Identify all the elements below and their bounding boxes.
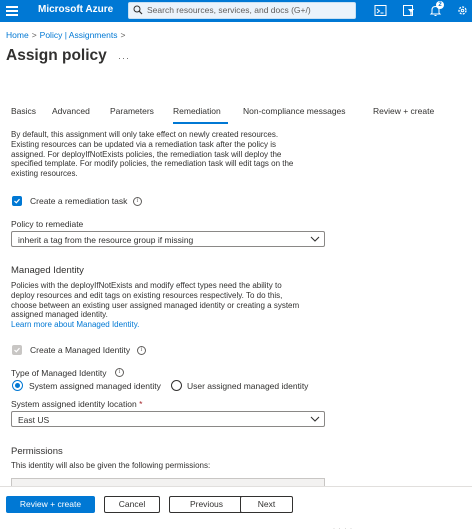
managed-identity-description-line: choose between an existing user assigned… [11,300,300,310]
remediation-description: By default, this assignment will only ta… [11,130,323,179]
menu-icon[interactable] [6,6,18,16]
identity-location-label-text: System assigned identity location [11,399,137,409]
settings-icon[interactable] [456,4,469,17]
portal-brand[interactable]: Microsoft Azure [38,4,113,15]
managed-identity-description-line: assigned managed identity. [11,310,108,320]
top-navigation-bar: Microsoft Azure Search resources, servic… [0,0,472,22]
breadcrumb-separator: > [31,30,37,40]
learn-more-managed-identity-link[interactable]: Learn more about Managed Identity. [11,320,323,330]
remediation-description-line: By default, this assignment will only ta… [11,130,279,139]
search-placeholder: Search resources, services, and docs (G+… [147,5,311,15]
info-icon[interactable]: i [137,346,146,355]
system-assigned-radio-label[interactable]: System assigned managed identity [29,381,161,391]
permissions-heading: Permissions [11,446,63,457]
permissions-table [11,478,325,486]
info-icon[interactable]: i [133,197,142,206]
identity-location-value: East US [18,415,50,425]
tab-advanced[interactable]: Advanced [52,106,90,116]
remediation-description-line: existing resources. [11,169,78,179]
managed-identity-description-line: deploy resources and edit tags on existi… [11,290,283,300]
permissions-description: This identity will also be given the fol… [11,461,211,470]
identity-location-dropdown[interactable]: East US [11,411,325,427]
tab-basics[interactable]: Basics [11,106,36,116]
checkmark-icon [14,347,20,353]
breadcrumb-separator: > [120,30,126,40]
global-search-input[interactable]: Search resources, services, and docs (G+… [128,2,356,19]
identity-location-label: System assigned identity location * [11,399,142,409]
create-managed-identity-checkbox [12,345,22,355]
tab-remediation[interactable]: Remediation [173,106,221,116]
managed-identity-description-line: Policies with the deployIfNotExists and … [11,281,282,290]
policy-to-remediate-dropdown[interactable]: inherit a tag from the resource group if… [11,231,325,247]
policy-to-remediate-value: inherit a tag from the resource group if… [18,235,194,245]
info-icon[interactable]: i [115,368,124,377]
create-remediation-task-checkbox[interactable] [12,196,22,206]
cloud-shell-icon[interactable] [374,4,387,17]
remediation-description-line: specified template. For modify policies,… [11,159,294,169]
chevron-down-icon [310,236,320,242]
system-assigned-radio[interactable] [12,380,23,391]
breadcrumb-home[interactable]: Home [6,30,29,40]
user-assigned-radio-label[interactable]: User assigned managed identity [187,381,308,391]
managed-identity-description: Policies with the deployIfNotExists and … [11,281,323,330]
remediation-description-line: Existing resources can be updated via a … [11,139,277,149]
tab-parameters[interactable]: Parameters [110,106,154,116]
notification-count-badge: 2 [436,1,444,9]
policy-to-remediate-label: Policy to remediate [11,219,84,229]
search-icon [133,5,143,15]
next-button[interactable]: Next [240,496,293,513]
cancel-button[interactable]: Cancel [104,496,160,513]
directory-filter-icon[interactable] [402,4,415,17]
remediation-description-line: assigned. For deployIfNotExists policies… [11,149,282,159]
previous-button[interactable]: Previous [169,496,244,513]
resize-grip[interactable]: · · · · [333,526,353,531]
user-assigned-radio[interactable] [171,380,182,391]
active-tab-indicator [173,122,228,124]
checkmark-icon [14,198,20,204]
chevron-down-icon [310,416,320,422]
required-indicator: * [139,399,143,409]
managed-identity-heading: Managed Identity [11,265,84,276]
create-remediation-task-label[interactable]: Create a remediation task [30,196,127,206]
tab-non-compliance-messages[interactable]: Non-compliance messages [243,106,346,116]
create-managed-identity-label: Create a Managed Identity [30,345,131,355]
breadcrumb-policy-assignments[interactable]: Policy | Assignments [40,30,118,40]
review-create-button[interactable]: Review + create [6,496,95,513]
tab-review-create[interactable]: Review + create [373,106,434,116]
page-title: Assign policy [6,47,107,64]
breadcrumb: Home > Policy | Assignments > [6,30,128,40]
managed-identity-type-label: Type of Managed Identity [11,368,107,378]
wizard-footer: Review + create Cancel Previous Next · ·… [0,486,472,531]
more-options-icon[interactable]: ··· [118,53,130,63]
